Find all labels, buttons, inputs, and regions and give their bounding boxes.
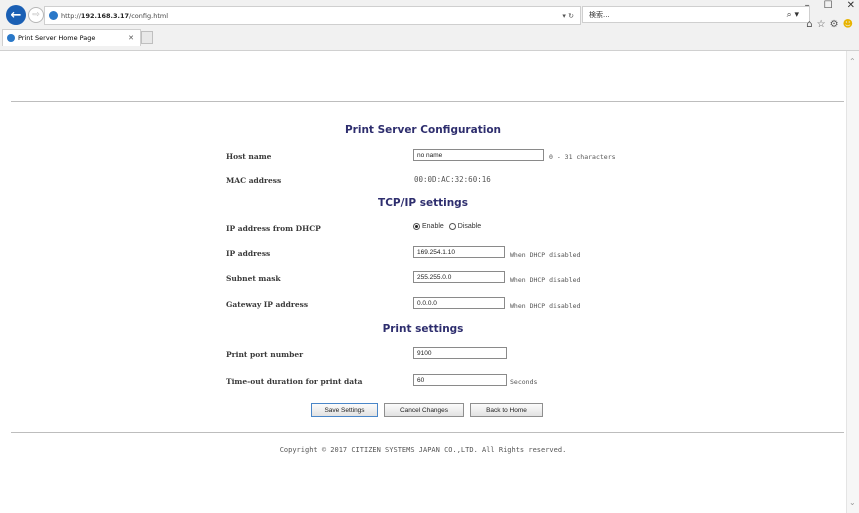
gear-icon[interactable]: ⚙ [830, 19, 839, 30]
star-icon[interactable]: ☆ [817, 19, 826, 30]
bottom-divider [11, 432, 844, 433]
subnet-mask-label: Subnet mask [226, 274, 281, 283]
tab-close-icon[interactable]: ✕ [128, 34, 134, 42]
page-content: Print Server Configuration Host name 0 -… [0, 51, 846, 513]
url-host: 192.168.3.17 [80, 11, 130, 20]
back-to-home-button[interactable]: Back to Home [470, 403, 543, 417]
window-controls: – ☐ ✕ [805, 0, 855, 11]
minimize-icon[interactable]: – [805, 0, 810, 11]
host-name-hint: 0 - 31 characters [549, 153, 616, 161]
tcpip-title: TCP/IP settings [378, 197, 468, 209]
browser-chrome: ← ⇨ http://192.168.3.17/config.html ▾ ↻ … [0, 0, 859, 51]
cancel-changes-button[interactable]: Cancel Changes [384, 403, 464, 417]
scroll-down-icon[interactable]: ⌄ [849, 498, 856, 507]
browser-tab[interactable]: Print Server Home Page ✕ [2, 29, 141, 46]
forward-arrow-icon: ⇨ [32, 10, 40, 20]
home-icon[interactable]: ⌂ [806, 19, 812, 30]
forward-button[interactable]: ⇨ [28, 7, 44, 23]
subnet-mask-input[interactable] [413, 271, 505, 283]
config-title: Print Server Configuration [344, 124, 502, 136]
close-icon[interactable]: ✕ [847, 0, 855, 11]
mac-address-label: MAC address [226, 176, 282, 185]
ip-address-input[interactable] [413, 246, 505, 258]
url-path: /config.html [129, 11, 168, 20]
host-name-label: Host name [226, 152, 272, 161]
ie-favicon-icon [49, 11, 58, 20]
ip-address-hint: When DHCP disabled [510, 251, 581, 259]
timeout-input[interactable] [413, 374, 507, 386]
dhcp-disable-label: Disable [457, 223, 482, 230]
vertical-scrollbar[interactable]: ⌃ ⌄ [846, 51, 859, 513]
dhcp-radio-group: Enable Disable [413, 223, 486, 230]
host-name-input[interactable] [413, 149, 544, 161]
dhcp-enable-radio[interactable] [413, 223, 420, 230]
timeout-label: Time-out duration for print data [226, 377, 363, 386]
port-label: Print port number [226, 350, 304, 359]
back-arrow-icon: ← [10, 7, 22, 23]
search-placeholder: 検索... [589, 10, 610, 19]
subnet-mask-hint: When DHCP disabled [510, 276, 581, 284]
maximize-icon[interactable]: ☐ [824, 0, 833, 11]
gateway-label: Gateway IP address [226, 300, 309, 309]
dhcp-disable-radio[interactable] [448, 223, 456, 230]
dhcp-label: IP address from DHCP [226, 224, 321, 233]
gateway-hint: When DHCP disabled [510, 302, 581, 310]
toolbar-icons: ⌂ ☆ ⚙ ☻ [806, 19, 853, 30]
dhcp-enable-label: Enable [422, 223, 444, 230]
save-settings-button[interactable]: Save Settings [311, 403, 378, 417]
refresh-icon[interactable]: ▾ ↻ [562, 12, 574, 20]
search-box[interactable]: 検索... ⌕ ▾ [582, 6, 810, 23]
new-tab-button[interactable] [141, 31, 153, 44]
top-divider [11, 101, 844, 102]
copyright-text: Copyright © 2017 CITIZEN SYSTEMS JAPAN C… [279, 446, 567, 454]
mac-address-value: 00:0D:AC:32:60:16 [414, 175, 491, 184]
search-icon[interactable]: ⌕ ▾ [787, 10, 799, 20]
port-input[interactable] [413, 347, 507, 359]
address-bar[interactable]: http://192.168.3.17/config.html ▾ ↻ [44, 6, 581, 25]
print-settings-title: Print settings [382, 323, 464, 335]
gateway-input[interactable] [413, 297, 505, 309]
ip-address-label: IP address [226, 249, 271, 258]
tab-title: Print Server Home Page [18, 34, 96, 42]
url-prefix: http:// [61, 11, 81, 20]
smiley-icon[interactable]: ☻ [843, 19, 853, 30]
timeout-hint: Seconds [510, 378, 538, 386]
tab-favicon-icon [7, 34, 15, 42]
scroll-up-icon[interactable]: ⌃ [849, 57, 856, 66]
back-button[interactable]: ← [6, 5, 26, 25]
